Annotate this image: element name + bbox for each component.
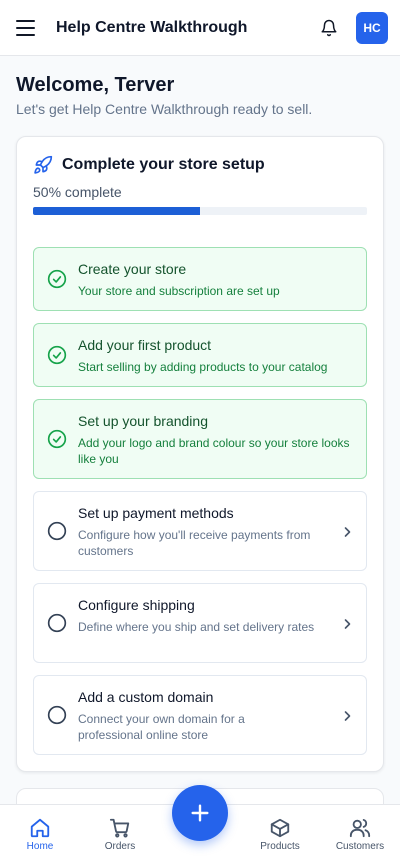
chevron-right-icon: [344, 619, 351, 629]
nav-customers-label: Customers: [335, 841, 385, 852]
chevron-right-icon: [344, 711, 351, 721]
check-circle-icon: [47, 269, 67, 289]
task-description: Configure how you'll receive payments fr…: [78, 528, 311, 558]
avatar[interactable]: HC: [356, 11, 388, 44]
app-title: Help Centre Walkthrough: [56, 18, 248, 36]
page-title: Welcome, Terver: [16, 74, 175, 96]
bell-icon[interactable]: [318, 17, 340, 39]
home-icon: [30, 818, 50, 838]
task-title: Add your first product: [78, 337, 212, 353]
plus-icon: [191, 804, 209, 822]
task-title: Set up payment methods: [78, 505, 234, 521]
progress-bar: [33, 207, 367, 215]
task-description: Your store and subscription are set up: [78, 284, 280, 298]
setup-card-title: Complete your store setup: [62, 156, 265, 173]
task-description: Add your logo and brand colour so your s…: [78, 436, 350, 466]
setup-card-header: Complete your store setup: [33, 155, 265, 175]
task-description: Start selling by adding products to your…: [78, 360, 328, 374]
check-circle-icon: [47, 429, 67, 449]
task-create-store[interactable]: Create your store Your store and subscri…: [33, 247, 367, 311]
progress-bar-fill: [33, 207, 200, 215]
task-description: Connect your own domain for a profession…: [78, 712, 245, 742]
add-button[interactable]: [172, 785, 228, 841]
task-shipping[interactable]: Configure shipping Define where you ship…: [33, 583, 367, 663]
empty-circle-icon: [47, 705, 67, 725]
task-title: Create your store: [78, 261, 187, 277]
task-custom-domain[interactable]: Add a custom domain Connect your own dom…: [33, 675, 367, 755]
nav-orders[interactable]: Orders: [80, 805, 160, 860]
progress-label: 50% complete: [33, 184, 122, 200]
nav-orders-label: Orders: [104, 841, 136, 852]
nav-home-label: Home: [26, 841, 54, 852]
chevron-right-icon: [344, 527, 351, 537]
task-title: Set up your branding: [78, 413, 208, 429]
menu-icon[interactable]: [16, 17, 38, 39]
task-title: Configure shipping: [78, 597, 195, 613]
box-icon: [270, 818, 290, 838]
page-subtitle: Let's get Help Centre Walkthrough ready …: [16, 101, 313, 117]
top-bar: Help Centre Walkthrough HC: [0, 0, 400, 56]
nav-home[interactable]: Home: [0, 805, 80, 860]
nav-customers[interactable]: Customers: [320, 805, 400, 860]
task-title: Add a custom domain: [78, 689, 214, 705]
task-add-product[interactable]: Add your first product Start selling by …: [33, 323, 367, 387]
users-icon: [349, 819, 371, 838]
task-description: Define where you ship and set delivery r…: [78, 620, 315, 634]
empty-circle-icon: [47, 613, 67, 633]
rocket-icon: [34, 155, 53, 174]
nav-products-label: Products: [260, 841, 300, 852]
nav-products[interactable]: Products: [240, 805, 320, 860]
task-branding[interactable]: Set up your branding Add your logo and b…: [33, 399, 367, 479]
empty-circle-icon: [47, 521, 67, 541]
check-circle-icon: [47, 345, 67, 365]
setup-card: Complete your store setup 50% complete C…: [16, 136, 384, 772]
task-payment-methods[interactable]: Set up payment methods Configure how you…: [33, 491, 367, 571]
cart-icon: [109, 818, 130, 838]
